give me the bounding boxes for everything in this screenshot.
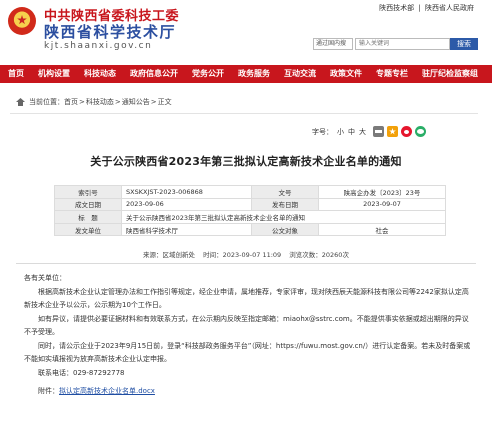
nav-item-services[interactable]: 政务服务 [231, 65, 277, 83]
national-emblem-icon [8, 7, 36, 35]
publish-time: 时间：2023-09-07 11:09 [203, 251, 282, 259]
font-size-medium[interactable]: 中 [348, 127, 355, 137]
breadcrumb-separator: > [114, 98, 121, 106]
meta-pub-date-value: 2023-09-07 [318, 197, 446, 212]
meta-issuer-value: 陕西省科学技术厅 [121, 222, 252, 237]
breadcrumb-notices[interactable]: 通知公告 [122, 97, 150, 107]
font-size-small[interactable]: 小 [337, 127, 344, 137]
contact-phone: 联系电话：029-87292778 [38, 368, 125, 377]
top-link-separator: | [418, 4, 421, 12]
article-tools: 字号： 小 中 大 [312, 126, 426, 137]
article-body: 各有关单位： 根据高新技术企业认定管理办法和工作指引等规定，经企业申请，属地推荐… [24, 272, 472, 399]
nav-item-news[interactable]: 科技动态 [77, 65, 123, 83]
breadcrumb: 当前位置： 首页 > 科技动态 > 通知公告 > 正文 [16, 97, 172, 107]
meta-pub-date-label: 发布日期 [251, 197, 319, 212]
main-nav: 首页 机构设置 科技动态 政府信息公开 党务公开 政务服务 互动交流 政策文件 … [0, 65, 492, 83]
meta-index-label: 索引号 [54, 185, 122, 199]
meta-open-label: 公文对象 [251, 222, 319, 237]
nav-item-policy[interactable]: 政策文件 [323, 65, 369, 83]
attachment-label: 附件： [38, 387, 59, 395]
search-scope-select[interactable]: 通过国内搜 [313, 38, 353, 50]
attachment-link[interactable]: 拟认定高新技术企业名单.docx [59, 387, 155, 395]
top-link-ministry[interactable]: 陕西技术部 [379, 4, 414, 12]
paragraph: 同时，请公示企业于2023年9月15日前，登录“科技部政务服务平台”（网址：ht… [24, 341, 471, 364]
wechat-share-icon[interactable] [415, 126, 426, 137]
print-icon[interactable] [373, 126, 384, 137]
article-title: 关于公示陕西省2023年第三批拟认定高新技术企业名单的通知 [90, 155, 402, 168]
weibo-share-icon[interactable] [401, 126, 412, 137]
nav-item-organization[interactable]: 机构设置 [31, 65, 77, 83]
org-name-secondary: 陕西省科学技术厅 [44, 23, 177, 41]
nav-item-topics[interactable]: 专题专栏 [369, 65, 415, 83]
breadcrumb-current: 正文 [157, 98, 172, 106]
breadcrumb-separator: > [150, 98, 157, 106]
meta-issuer-label: 发文单位 [54, 222, 122, 237]
search-button[interactable]: 搜索 [450, 38, 478, 50]
search-input[interactable] [355, 38, 450, 50]
meta-row: 索引号 SXSKXJST-2023-006868 文号 陕高企办发〔2023〕2… [54, 185, 446, 199]
publish-info: 来源：区域创新处 时间：2023-09-07 11:09 浏览次数：20260次 [0, 249, 492, 259]
meta-subject-label: 标 题 [54, 210, 122, 224]
nav-item-gov-info[interactable]: 政府信息公开 [123, 65, 185, 83]
breadcrumb-news[interactable]: 科技动态 [86, 97, 114, 107]
paragraph: 如有异议，请提供必要证据材料和有效联系方式，在公示期内反映至指定邮箱：miaoh… [24, 314, 469, 337]
article-meta-table: 索引号 SXSKXJST-2023-006868 文号 陕高企办发〔2023〕2… [54, 185, 446, 237]
meta-date-value: 2023-09-06 [121, 197, 252, 212]
font-size-label: 字号： [312, 127, 333, 136]
attachment-line: 附件：拟认定高新技术企业名单.docx [24, 385, 472, 399]
meta-row: 标 题 关于公示陕西省2023年第三批拟认定高新技术企业名单的通知 [54, 210, 446, 224]
publish-source: 来源：区域创新处 [143, 251, 196, 259]
breadcrumb-prefix: 当前位置： [29, 98, 64, 106]
meta-open-value: 社会 [318, 222, 446, 237]
greeting: 各有关单位： [24, 274, 66, 282]
nav-item-discipline[interactable]: 驻厅纪检监察组 [415, 65, 485, 83]
content-divider [16, 263, 476, 264]
top-links: 陕西技术部 | 陕西省人民政府 [377, 3, 474, 13]
nav-item-party-affairs[interactable]: 党务公开 [185, 65, 231, 83]
top-link-province[interactable]: 陕西省人民政府 [425, 4, 474, 12]
meta-subject-value: 关于公示陕西省2023年第三批拟认定高新技术企业名单的通知 [121, 210, 446, 224]
meta-date-label: 成文日期 [54, 197, 122, 212]
favorite-icon[interactable] [387, 126, 398, 137]
font-size-large[interactable]: 大 [359, 127, 366, 137]
site-domain: kjt.shaanxi.gov.cn [44, 41, 153, 51]
site-header: 中共陕西省委科技工委 陕西省科学技术厅 kjt.shaanxi.gov.cn 陕… [0, 0, 492, 62]
meta-doc-no-value: 陕高企办发〔2023〕23号 [318, 185, 446, 199]
paragraph: 根据高新技术企业认定管理办法和工作指引等规定，经企业申请，属地推荐，专家评审，现… [24, 287, 469, 310]
meta-index-value: SXSKXJST-2023-006868 [121, 185, 252, 199]
meta-row: 发文单位 陕西省科学技术厅 公文对象 社会 [54, 222, 446, 237]
meta-doc-no-label: 文号 [251, 185, 319, 199]
breadcrumb-divider [10, 113, 478, 114]
breadcrumb-separator: > [79, 98, 85, 106]
nav-item-interaction[interactable]: 互动交流 [277, 65, 323, 83]
home-icon [16, 98, 25, 106]
nav-item-home[interactable]: 首页 [0, 65, 31, 83]
meta-row: 成文日期 2023-09-06 发布日期 2023-09-07 [54, 197, 446, 212]
breadcrumb-home[interactable]: 首页 [64, 97, 78, 107]
view-count: 浏览次数：20260次 [289, 251, 349, 259]
